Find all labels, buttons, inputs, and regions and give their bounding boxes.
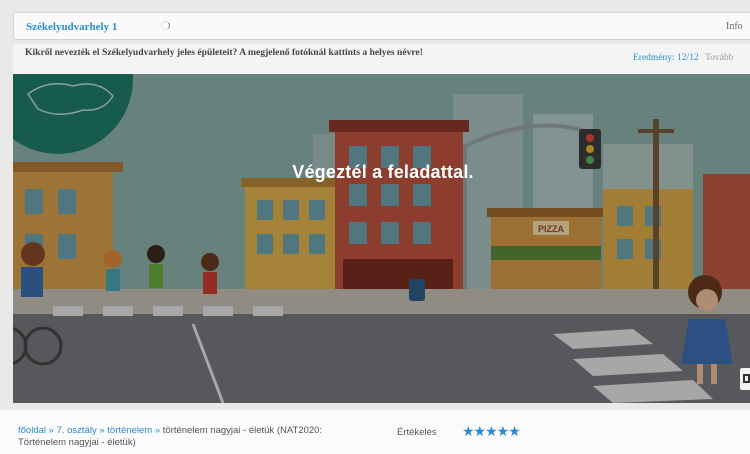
question-text: Kikről nevezték el Székelyudvarhely jele… xyxy=(25,47,423,58)
score-display: Eredmény: 12/12 xyxy=(633,53,699,63)
footer: főoldal » 7. osztály » történelem » tört… xyxy=(0,410,750,454)
question-bar: Kikről nevezték el Székelyudvarhely jele… xyxy=(13,44,750,75)
fullscreen-icon[interactable] xyxy=(740,368,750,390)
activity-header: Székelyudvarhely 1 Info xyxy=(13,12,750,40)
completion-message: Végeztél a feladattal. xyxy=(292,162,474,182)
loading-spinner-icon xyxy=(161,21,170,30)
breadcrumb-subject-link[interactable]: történelem xyxy=(107,425,152,436)
breadcrumb-home-link[interactable]: főoldal xyxy=(18,425,46,436)
breadcrumb-separator: » xyxy=(154,425,161,436)
completion-overlay xyxy=(13,74,750,403)
breadcrumb-separator: » xyxy=(99,425,105,436)
breadcrumb-grade-link[interactable]: 7. osztály xyxy=(57,425,97,436)
next-button[interactable]: Tovább xyxy=(705,53,733,63)
activity-stage[interactable]: PIZZA Végeztél a feladattal. xyxy=(13,74,750,403)
rating-label: Értékelés xyxy=(397,427,437,438)
breadcrumb: főoldal » 7. osztály » történelem » tört… xyxy=(18,425,368,449)
activity-title: Székelyudvarhely 1 xyxy=(26,21,118,33)
rating-stars-icon[interactable]: ★★★★★ xyxy=(462,423,521,440)
info-button[interactable]: Info xyxy=(726,21,743,32)
breadcrumb-separator: » xyxy=(48,425,54,436)
